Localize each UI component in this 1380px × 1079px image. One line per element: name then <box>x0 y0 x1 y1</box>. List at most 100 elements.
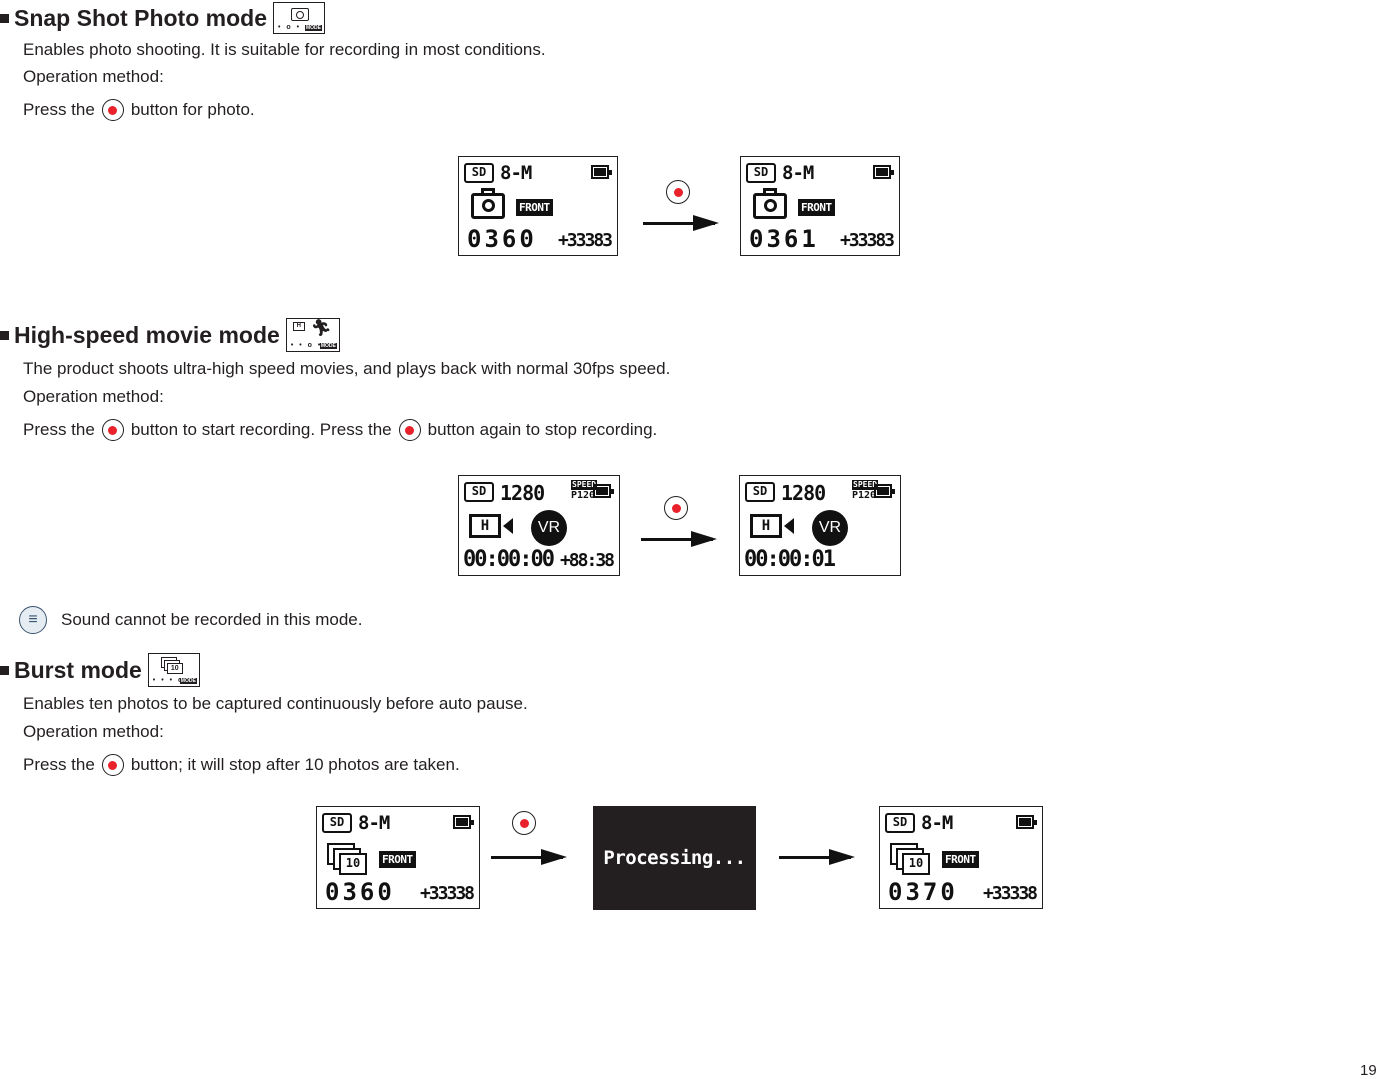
lens-label: FRONT <box>516 199 553 216</box>
bullet-square-icon <box>0 665 9 675</box>
snap-instruction: Press the button for photo. <box>23 99 255 121</box>
instruction-text: Press the <box>23 755 95 774</box>
camera-icon <box>753 188 787 219</box>
burst-count: 10 <box>902 853 930 875</box>
instruction-text: button for photo. <box>130 100 255 119</box>
record-button-icon <box>664 496 688 520</box>
burst-instruction: Press the button; it will stop after 10 … <box>23 754 460 776</box>
record-button-icon <box>512 811 536 835</box>
instruction-text: button to start recording. Press the <box>130 420 392 439</box>
record-button-icon <box>666 180 690 204</box>
sd-card-icon: SD <box>464 482 494 502</box>
record-button-icon <box>101 754 124 776</box>
arrow-right-icon <box>491 849 567 865</box>
arrow-right-icon <box>643 215 719 231</box>
snap-description: Enables photo shooting. It is suitable f… <box>23 40 546 59</box>
highspeed-description: The product shoots ultra-high speed movi… <box>23 359 671 378</box>
section-heading-burst: Burst mode 10 • • • o MODE <box>0 653 200 687</box>
burst-count: 10 <box>339 853 367 875</box>
remaining-shots: +33383 <box>557 230 613 251</box>
record-time: 00:00:00 <box>463 547 555 572</box>
section-title: Burst mode <box>14 656 142 683</box>
snap-operation-label: Operation method: <box>23 67 164 86</box>
remaining-time: +88:38 <box>559 550 615 571</box>
arrow-right-icon <box>641 531 717 547</box>
battery-icon <box>874 484 895 498</box>
sd-card-icon: SD <box>885 813 915 833</box>
video-camera-icon: H <box>469 514 501 538</box>
section-heading-snap: Snap Shot Photo mode • o • • MODE <box>0 2 325 34</box>
sd-card-icon: SD <box>745 482 775 502</box>
lcd-screen-after: SD 8-M 10 FRONT 0370 +33338 <box>879 806 1043 909</box>
bullet-square-icon <box>0 330 9 340</box>
remaining-shots: +33338 <box>419 883 475 904</box>
page-number: 19 <box>1360 1062 1377 1079</box>
lens-label: FRONT <box>798 199 835 216</box>
arrow-right-icon <box>779 849 855 865</box>
instruction-text: Press the <box>23 100 95 119</box>
shot-count: 0370 <box>888 878 958 906</box>
resolution: 1280 <box>500 481 545 505</box>
mode-tag: MODE <box>179 678 197 684</box>
sd-card-icon: SD <box>322 813 352 833</box>
resolution: 8-M <box>782 162 814 184</box>
vr-badge: VR <box>812 510 848 546</box>
burst-operation-label: Operation method: <box>23 722 164 741</box>
lens-label: FRONT <box>942 851 979 868</box>
fps-label: P120 <box>852 490 877 501</box>
record-button-icon <box>101 419 124 441</box>
lcd-screen-before: SD 1280 SPEED P120 H VR 00:00:00 +88:38 <box>458 475 620 576</box>
video-lens-icon <box>784 518 794 534</box>
battery-icon <box>593 484 614 498</box>
video-lens-icon <box>503 518 513 534</box>
battery-icon <box>591 165 612 179</box>
highspeed-instruction: Press the button to start recording. Pre… <box>23 419 657 441</box>
fps-label: P120 <box>571 490 596 501</box>
lcd-screen-after: SD 8-M FRONT 0361 +33383 <box>740 156 900 256</box>
section-heading-highspeed: High-speed movie mode H 🏃︎ • • o • MODE <box>0 318 340 352</box>
camera-mode-icon: • o • • MODE <box>273 2 325 34</box>
shot-count: 0360 <box>325 878 395 906</box>
battery-icon <box>1016 815 1037 829</box>
burst-mode-icon: 10 • • • o MODE <box>147 653 200 687</box>
camera-icon <box>471 188 505 219</box>
bullet-square-icon <box>0 13 9 23</box>
remaining-shots: +33338 <box>982 883 1038 904</box>
record-button-icon <box>398 419 421 441</box>
lcd-screen-before: SD 8-M 10 FRONT 0360 +33338 <box>316 806 480 909</box>
resolution: 8-M <box>358 812 390 834</box>
record-button-icon <box>101 99 124 121</box>
section-title: High-speed movie mode <box>14 321 280 348</box>
note-text: Sound cannot be recorded in this mode. <box>61 610 363 629</box>
lcd-screen-after: SD 1280 SPEED P120 H VR 00:00:01 <box>739 475 901 576</box>
mode-tag: MODE <box>305 25 322 31</box>
high-speed-movie-mode-icon: H 🏃︎ • • o • MODE <box>285 318 340 352</box>
battery-icon <box>453 815 474 829</box>
burst-icon: 10 <box>890 843 930 875</box>
resolution: 1280 <box>781 481 826 505</box>
video-camera-icon: H <box>750 514 782 538</box>
resolution: 8-M <box>921 812 953 834</box>
processing-screen: Processing... <box>593 806 756 910</box>
note: Sound cannot be recorded in this mode. <box>19 606 362 634</box>
sd-card-icon: SD <box>464 163 494 183</box>
note-icon <box>19 606 47 634</box>
instruction-text: Press the <box>23 420 95 439</box>
shot-count: 0360 <box>467 225 537 253</box>
burst-description: Enables ten photos to be captured contin… <box>23 694 528 713</box>
resolution: 8-M <box>500 162 532 184</box>
burst-icon: 10 <box>327 843 367 875</box>
section-title: Snap Shot Photo mode <box>14 4 267 31</box>
instruction-text: button again to stop recording. <box>427 420 658 439</box>
instruction-text: button; it will stop after 10 photos are… <box>130 755 460 774</box>
record-time: 00:00:01 <box>744 547 836 572</box>
lens-label: FRONT <box>379 851 416 868</box>
highspeed-operation-label: Operation method: <box>23 387 164 406</box>
sd-card-icon: SD <box>746 163 776 183</box>
mode-tag: MODE <box>319 343 337 349</box>
lcd-screen-before: SD 8-M FRONT 0360 +33383 <box>458 156 618 256</box>
shot-count: 0361 <box>749 225 819 253</box>
vr-badge: VR <box>531 510 567 546</box>
remaining-shots: +33383 <box>839 230 895 251</box>
battery-icon <box>873 165 894 179</box>
